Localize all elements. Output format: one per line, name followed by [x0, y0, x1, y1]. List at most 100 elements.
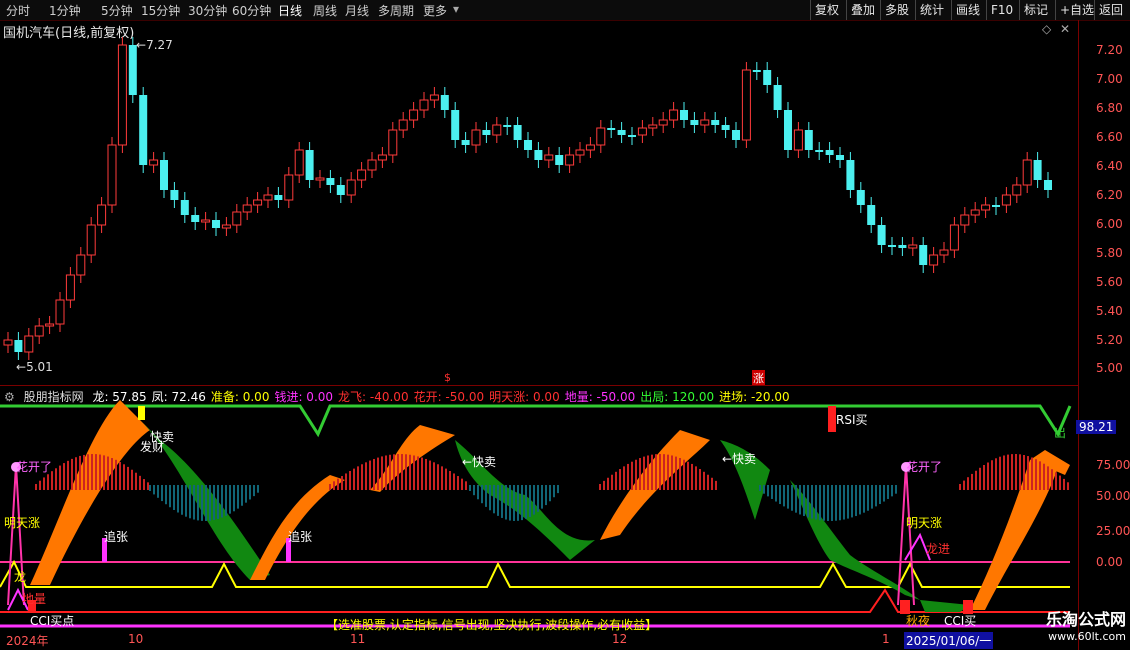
indicator-legend: ⚙ 股朋指标网 龙: 57.85 凤: 72.46 准备: 0.00 钱进: 0.00…	[4, 388, 800, 405]
price-tick: 7.20	[1096, 43, 1123, 57]
cursor-date-label: 2025/01/06/一	[904, 632, 994, 649]
candle	[503, 125, 512, 127]
candle	[648, 124, 658, 129]
price-tick: 6.40	[1096, 159, 1123, 173]
gear-icon[interactable]: ⚙	[4, 390, 15, 404]
candle	[825, 150, 834, 155]
candle	[1044, 180, 1052, 190]
candle	[3, 339, 13, 346]
candle	[232, 211, 242, 226]
rsi-buy-marker	[828, 406, 836, 432]
x-axis-label: 11	[350, 632, 366, 646]
annotation: 明天涨	[4, 516, 41, 530]
candle	[128, 45, 137, 95]
price-tick: 6.20	[1096, 188, 1123, 202]
indicator-tick: 0.00	[1096, 555, 1123, 569]
indicator-tick: 75.00	[1096, 458, 1130, 472]
candle	[513, 125, 522, 140]
candle	[315, 177, 325, 181]
panel-separator	[0, 385, 1078, 386]
annotation: 花开了	[16, 460, 53, 474]
candle	[1012, 184, 1022, 196]
candle	[97, 204, 107, 226]
indicator-value: 钱进: 0.00	[274, 390, 334, 404]
candle	[970, 209, 980, 216]
candle	[898, 245, 907, 248]
indicator-value: 凤: 72.46	[151, 390, 206, 404]
candle	[534, 150, 543, 160]
candle	[793, 129, 803, 151]
candle	[76, 254, 86, 276]
candle	[160, 160, 168, 190]
candle	[409, 109, 419, 121]
x-axis-label: 12	[612, 632, 628, 646]
candle	[939, 249, 949, 256]
candle	[242, 204, 252, 213]
candle	[960, 214, 970, 226]
price-tick: 5.40	[1096, 304, 1123, 318]
entry-line	[0, 559, 1070, 588]
candle	[357, 169, 367, 181]
annotation: ←快卖	[462, 455, 497, 469]
candle	[284, 174, 294, 201]
candle	[65, 274, 75, 301]
indicator-value: 龙飞: -40.00	[338, 390, 409, 404]
x-axis-label: 2024年	[6, 634, 49, 648]
sell-marker	[138, 406, 145, 420]
candle	[721, 125, 730, 130]
indicator-name[interactable]: 股朋指标网	[24, 390, 84, 404]
indicator-tick: 25.00	[1096, 524, 1130, 538]
candle	[877, 225, 886, 245]
annotation: 追张	[288, 530, 313, 544]
candle	[107, 144, 117, 206]
candle	[628, 135, 636, 137]
candle	[305, 150, 314, 180]
price-tick: 6.60	[1096, 130, 1123, 144]
candle	[949, 224, 959, 251]
annotation: 明天涨	[906, 516, 943, 530]
candle	[429, 94, 439, 101]
candle	[555, 155, 564, 165]
candle	[815, 150, 824, 152]
indicator-value: 明天涨: 0.00	[489, 390, 560, 404]
price-tick: 6.00	[1096, 217, 1123, 231]
candle	[544, 154, 554, 161]
candle	[1001, 194, 1011, 206]
candle	[139, 95, 148, 165]
high-price-label: ←7.27	[136, 38, 173, 52]
candle	[846, 160, 855, 190]
ribbon-green	[920, 600, 970, 612]
candle	[440, 95, 449, 110]
indicator-values: 龙: 57.85 凤: 72.46 准备: 0.00 钱进: 0.00 龙飞: -40.…	[92, 390, 794, 404]
candle	[180, 200, 189, 215]
candle	[585, 144, 595, 151]
candle	[149, 159, 159, 166]
candle	[398, 119, 408, 131]
chart-canvas	[0, 37, 1072, 628]
candle	[929, 254, 939, 266]
candle	[867, 205, 876, 225]
price-tick: 5.80	[1096, 246, 1123, 260]
annotation: 追张	[104, 530, 129, 544]
candle	[617, 130, 626, 135]
annotation: 出	[1054, 426, 1067, 440]
candle	[294, 149, 304, 176]
candle	[45, 323, 55, 327]
candle	[191, 215, 200, 222]
candle	[690, 120, 699, 125]
candle	[346, 179, 356, 196]
price-tick: 5.00	[1096, 361, 1123, 375]
candlestick-series	[3, 37, 1052, 360]
candle	[752, 70, 761, 72]
candle	[711, 120, 720, 125]
button-back[interactable]: 返回	[1094, 0, 1127, 20]
candle	[388, 129, 398, 156]
indicator-tick: 50.00	[1096, 489, 1130, 503]
low-price-label: ←5.01	[16, 360, 53, 374]
candle	[263, 194, 273, 201]
price-tick: 5.20	[1096, 333, 1123, 347]
annotation: 发财	[140, 440, 165, 454]
candle	[658, 119, 668, 126]
candle	[451, 110, 460, 140]
candle	[732, 130, 740, 140]
